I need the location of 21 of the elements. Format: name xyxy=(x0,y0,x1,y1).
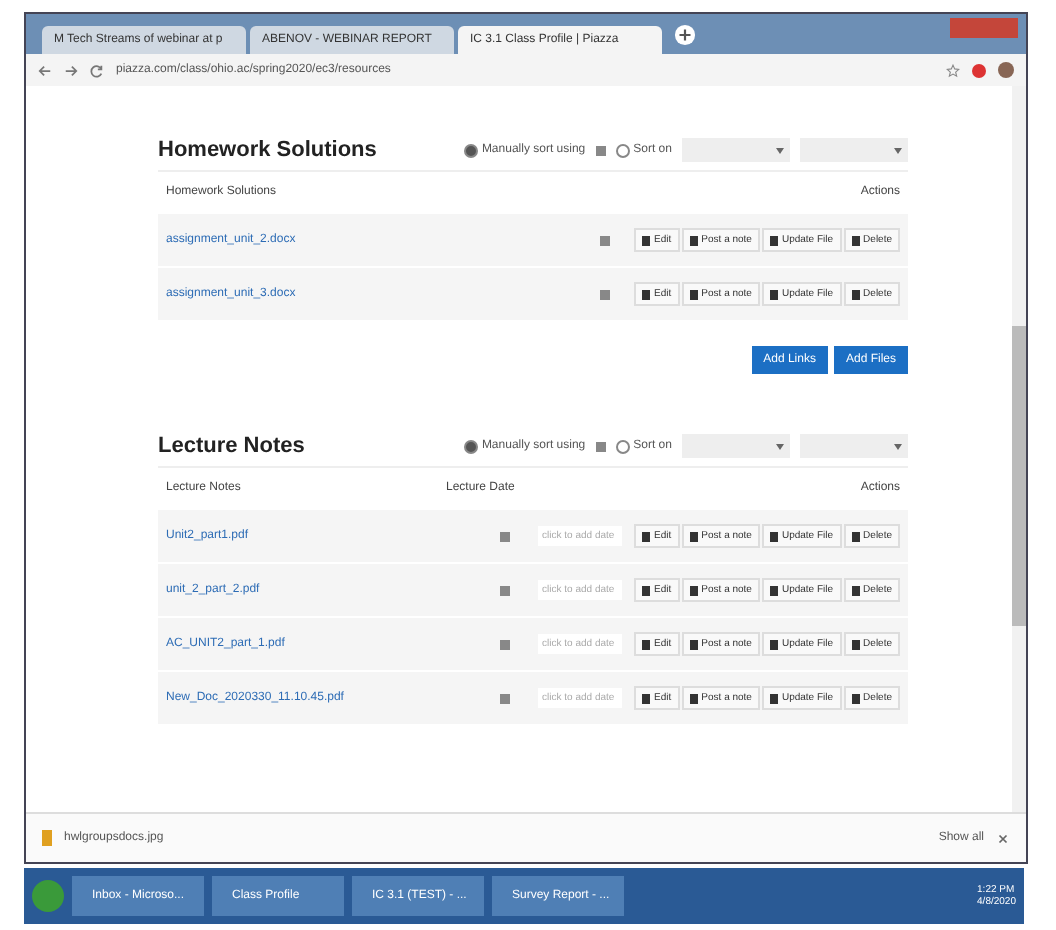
reload-icon[interactable] xyxy=(90,63,104,77)
file-icon xyxy=(42,830,52,846)
drag-handle-icon[interactable] xyxy=(500,531,511,541)
back-icon[interactable] xyxy=(38,63,52,77)
drag-handle-icon[interactable] xyxy=(500,693,511,703)
avatar-icon[interactable] xyxy=(998,62,1014,78)
extension-icon[interactable] xyxy=(972,63,986,77)
scrollbar[interactable] xyxy=(1012,86,1026,812)
start-icon[interactable] xyxy=(32,880,64,912)
drag-handle-icon xyxy=(595,145,606,155)
star-icon[interactable] xyxy=(946,63,960,77)
section-title: Homework Solutions xyxy=(158,138,377,162)
new-tab-icon[interactable] xyxy=(674,24,696,46)
close-icon[interactable] xyxy=(996,831,1010,845)
drag-handle-icon[interactable] xyxy=(600,289,611,299)
drag-handle-icon[interactable] xyxy=(500,585,511,595)
drag-handle-icon xyxy=(595,441,606,451)
drag-handle-icon[interactable] xyxy=(500,639,511,649)
section-title: Lecture Notes xyxy=(158,434,305,458)
drag-handle-icon[interactable] xyxy=(600,235,611,245)
forward-icon[interactable] xyxy=(64,63,78,77)
